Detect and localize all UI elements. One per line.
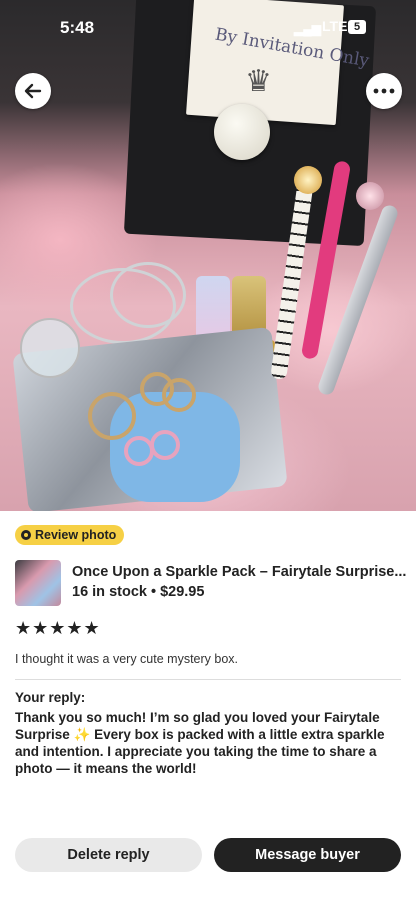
arrow-left-icon [24,83,42,99]
product-title[interactable]: Once Upon a Sparkle Pack – Fairytale Sur… [72,564,407,580]
crown-icon: ♛ [245,65,272,98]
more-horizontal-icon [373,88,395,94]
review-text: I thought it was a very cute mystery box… [15,652,239,666]
divider [15,679,401,680]
signal-icon: ▂▄▆ [294,22,321,36]
message-buyer-label: Message buyer [255,847,360,863]
battery-icon: 5 [348,20,366,34]
gem-topper-2 [356,182,384,210]
product-stock-price: 16 in stock • $29.95 [72,584,205,600]
gem-topper [294,166,322,194]
review-photo[interactable]: By Invitation Only ♛ 5:48 ▂▄▆ LTE 5 [0,0,416,511]
status-time: 5:48 [60,18,95,37]
message-buyer-button[interactable]: Message buyer [214,838,401,872]
clear-jar [20,318,80,378]
review-photo-badge: Review photo [15,525,125,545]
network-label: LTE [322,18,348,34]
star-rating: ★★★★★ [15,618,101,638]
back-button[interactable] [15,73,51,109]
review-photo-icon [21,530,31,540]
reply-text: Thank you so much! I’m so glad you loved… [15,710,385,776]
product-thumbnail[interactable] [15,560,61,606]
more-options-button[interactable] [366,73,402,109]
ring [162,378,196,412]
review-photo-badge-label: Review photo [35,528,117,542]
ring [88,392,136,440]
battery-level: 5 [353,21,361,33]
delete-reply-label: Delete reply [67,847,150,863]
delete-reply-button[interactable]: Delete reply [15,838,202,872]
ring [150,430,180,460]
reply-label: Your reply: [15,690,86,705]
hoop-earrings-2 [110,262,186,328]
wax-seal [214,104,270,160]
